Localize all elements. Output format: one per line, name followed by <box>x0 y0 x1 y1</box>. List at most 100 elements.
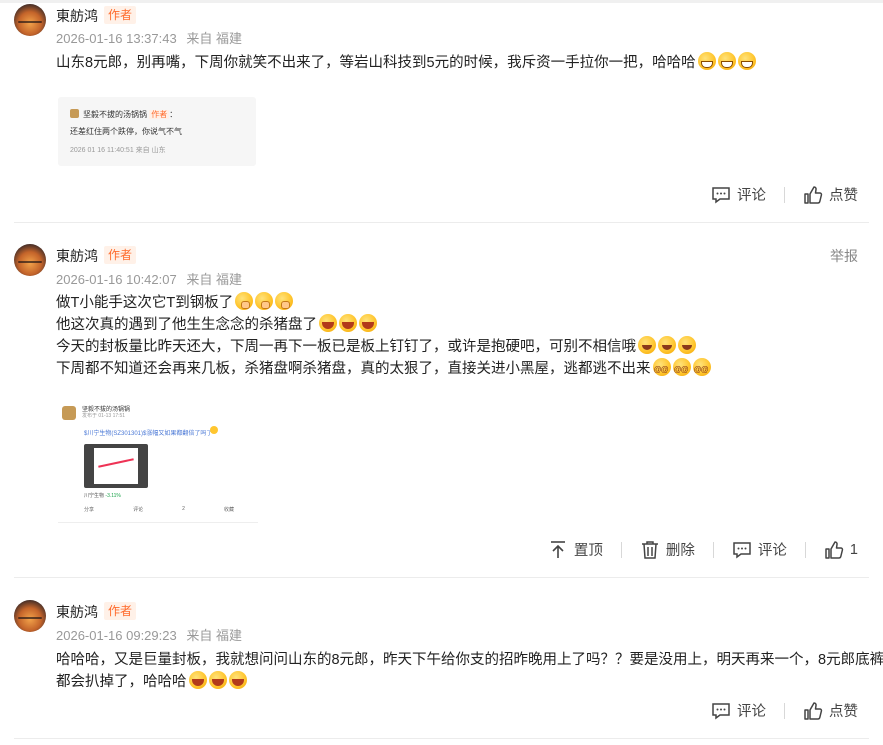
comment-line: 山东8元郎，别再嘴，下周你就笑不出来了，等岩山科技到5元的时候，我斥资一手拉你一… <box>56 55 696 71</box>
grin-emoji-icon <box>717 52 736 70</box>
comment-label: 评论 <box>737 188 766 204</box>
like-count: 1 <box>849 541 858 558</box>
tears-of-joy-emoji-icon <box>678 336 696 354</box>
comment-meta: 2026-01-16 09:29:23 来自 福建 <box>56 625 248 644</box>
comment-actions: 评论 点赞 <box>711 184 858 205</box>
comment-location: 来自 福建 <box>186 272 242 287</box>
delete-button[interactable]: 删除 <box>640 539 695 560</box>
comment-line: 做T小能手这次它T到钢板了 <box>56 295 234 311</box>
action-divider <box>784 702 785 719</box>
dizzy-emoji-icon <box>652 358 671 381</box>
delete-label: 删除 <box>665 543 695 559</box>
quote-avatar-icon <box>70 109 79 118</box>
thumbs-up-icon <box>825 540 844 559</box>
action-divider <box>804 541 806 558</box>
like-button[interactable]: 1 <box>824 540 858 560</box>
comment-line: 他这次真的遇到了他生生念念的杀猪盘了 <box>56 317 317 333</box>
quote-time: 2026 01 16 11:40:51 <box>70 147 134 154</box>
comment-text: 山东8元郎，别再嘴，下周你就笑不出来了，等岩山科技到5元的时候，我斥资一手拉你一… <box>56 52 756 74</box>
comment-time: 2026-01-16 13:37:43 <box>56 31 177 46</box>
quote-header: 坚毅不拔的汤锅锅 作者： <box>70 109 177 120</box>
tears-of-joy-emoji-icon <box>638 336 656 354</box>
shush-emoji-icon <box>255 292 274 310</box>
laugh-emoji-icon <box>228 671 247 689</box>
screenshot-actions: 分享 评论 2 收藏 <box>84 506 234 513</box>
quote-badge: 作者 <box>149 110 170 119</box>
avatar[interactable] <box>14 600 46 632</box>
comment-button[interactable]: 评论 <box>711 184 766 205</box>
author-name[interactable]: 東舫鸿 <box>56 602 98 622</box>
comment-icon <box>733 541 751 558</box>
screenshot-emoji-icon <box>210 426 218 434</box>
action-divider <box>620 541 622 558</box>
thumbs-up-icon <box>804 185 823 204</box>
comment-line: 哈哈哈，又是巨量封板，我就想问问山东的8元郎，昨天下午给你支的招昨晚用上了吗？？… <box>56 652 883 668</box>
comment-location: 来自 福建 <box>186 31 242 46</box>
screenshot-comment: 评论 <box>133 507 144 513</box>
comment-actions: 置顶 删除 评论 1 <box>548 539 858 560</box>
comment-meta: 2026-01-16 13:37:43 来自 福建 <box>56 28 248 47</box>
screenshot-favorite: 收藏 <box>223 507 234 513</box>
laugh-emoji-icon <box>359 314 377 332</box>
comment-icon <box>712 186 730 203</box>
comment-location: 来自 福建 <box>186 628 242 643</box>
author-name[interactable]: 東舫鸿 <box>56 246 98 266</box>
thumbs-up-icon <box>804 701 823 720</box>
comment-icon <box>712 702 730 719</box>
like-button[interactable]: 点赞 <box>803 700 858 721</box>
comment-meta: 2026-01-16 10:42:07 来自 福建 <box>56 269 248 288</box>
quote-location: 来自 山东 <box>135 147 166 154</box>
author-badge: 作者 <box>104 602 137 620</box>
laugh-emoji-icon <box>319 314 337 332</box>
pin-top-icon <box>550 540 565 558</box>
report-link[interactable]: 举报 <box>830 246 858 266</box>
screenshot-stock: 川宁生物 -3.11% <box>84 492 121 499</box>
screenshot-avatar-icon <box>62 406 76 420</box>
screenshot-share: 分享 <box>84 507 95 513</box>
comment-actions: 评论 点赞 <box>711 700 858 721</box>
screenshot-stock-change: -3.11% <box>105 493 121 499</box>
screenshot-date: 发布于 01-13 17:51 <box>82 413 126 419</box>
tears-of-joy-emoji-icon <box>658 336 676 354</box>
attached-screenshot-image[interactable]: 坚毅不拔的汤锅锅 发布于 01-13 17:51 $川宁生物(SZ301301)… <box>58 400 258 524</box>
quote-text: 还差红住两个跌停，你说气不气 <box>70 127 182 136</box>
laugh-emoji-icon <box>208 671 227 689</box>
screenshot-stock-link: $川宁生物(SZ301301)$涨幅又如果都翻倍了吗了 <box>84 431 213 437</box>
screenshot-chart-thumbnail <box>84 444 148 488</box>
screenshot-stock-name: 川宁生物 <box>84 493 105 499</box>
shush-emoji-icon <box>235 292 254 310</box>
pin-button[interactable]: 置顶 <box>548 539 603 560</box>
author-badge: 作者 <box>104 246 137 264</box>
action-divider <box>784 186 785 203</box>
grin-emoji-icon <box>697 52 716 70</box>
author-name[interactable]: 東舫鸿 <box>56 6 98 26</box>
comment-label: 评论 <box>757 543 787 559</box>
like-label: 点赞 <box>829 704 858 720</box>
quoted-comment-image[interactable]: 坚毅不拔的汤锅锅 作者： 还差红住两个跌停，你说气不气 2026 01 16 1… <box>58 97 256 166</box>
comment-divider <box>14 577 869 578</box>
comment-text: 做T小能手这次它T到钢板了 他这次真的遇到了他生生念念的杀猪盘了 今天的封板量比… <box>56 292 711 381</box>
comment-divider <box>14 222 869 223</box>
comment-button[interactable]: 评论 <box>711 700 766 721</box>
quote-meta: 2026 01 16 11:40:51 来自 山东 <box>70 145 166 155</box>
avatar[interactable] <box>14 244 46 276</box>
like-label: 点赞 <box>829 188 858 204</box>
dizzy-emoji-icon <box>692 358 711 381</box>
dizzy-emoji-icon <box>672 358 691 381</box>
laugh-emoji-icon <box>339 314 357 332</box>
comment-line: 下周都不知道还会再来几板，杀猪盘啊杀猪盘，真的太狠了，直接关进小黑屋，逃都逃不出… <box>56 361 651 377</box>
grin-emoji-icon <box>737 52 756 70</box>
author-badge: 作者 <box>104 6 137 24</box>
screenshot-like-count: 2 <box>182 506 185 512</box>
laugh-emoji-icon <box>188 671 207 689</box>
comment-text: 哈哈哈，又是巨量封板，我就想问问山东的8元郎，昨天下午给你支的招昨晚用上了吗？？… <box>56 649 883 693</box>
like-button[interactable]: 点赞 <box>803 184 858 205</box>
avatar[interactable] <box>14 4 46 36</box>
comment-label: 评论 <box>737 704 766 720</box>
quote-user: 坚毅不拔的汤锅锅 <box>83 110 147 119</box>
comment-button[interactable]: 评论 <box>732 539 787 560</box>
screenshot-divider <box>58 522 258 523</box>
top-divider <box>0 0 883 3</box>
comment-line: 都会扒掉了，哈哈哈 <box>56 674 187 690</box>
action-divider <box>712 541 714 558</box>
